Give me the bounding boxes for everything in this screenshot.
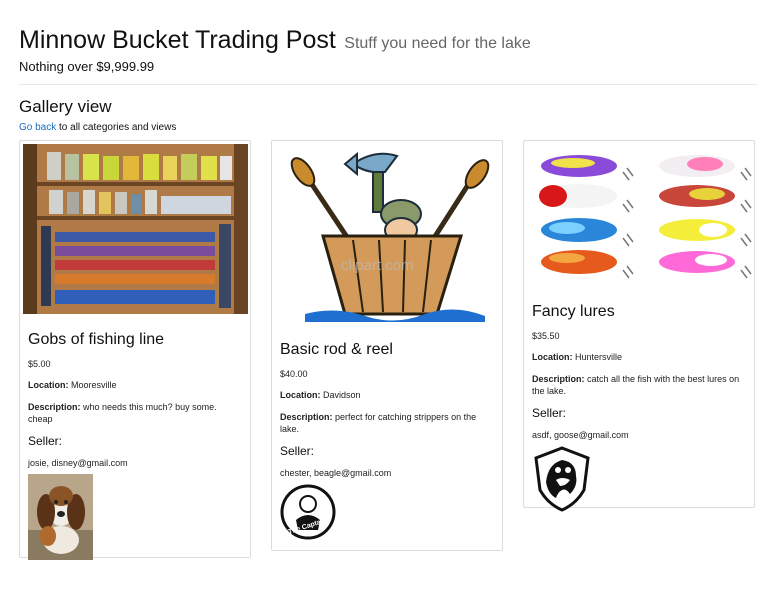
item-location: Location: Davidson	[280, 389, 494, 401]
fisherman-in-boat-clipart[interactable]: clipart.com	[275, 144, 500, 329]
seller-heading: Seller:	[280, 444, 315, 458]
site-tagline: Stuff you need for the lake	[344, 35, 531, 52]
item-price: $40.00	[280, 369, 308, 379]
site-header: Minnow Bucket Trading Post Stuff you nee…	[19, 26, 531, 55]
location-value: Mooresville	[71, 380, 117, 390]
item-card-fishing-line[interactable]: Gobs of fishing line $5.00 Location: Moo…	[19, 140, 251, 560]
item-location: Location: Mooresville	[28, 379, 242, 391]
location-label: Location:	[28, 380, 69, 390]
seller-heading: Seller:	[532, 406, 567, 420]
item-price: $35.50	[532, 331, 560, 341]
go-back-link[interactable]: Go back	[19, 122, 56, 133]
location-value: Huntersville	[575, 352, 623, 362]
item-price: $5.00	[28, 359, 51, 369]
description-label: Description:	[532, 374, 585, 384]
item-title[interactable]: Fancy lures	[532, 303, 746, 321]
item-card-fancy-lures[interactable]: Fancy lures $35.50 Location: Huntersvill…	[523, 140, 755, 512]
seller-info: josie, disney@gmail.com	[28, 458, 128, 468]
location-label: Location:	[280, 390, 321, 400]
item-description: Description: who needs this much? buy so…	[28, 401, 242, 425]
item-title[interactable]: Basic rod & reel	[280, 341, 494, 359]
price-cap-note: Nothing over $9,999.99	[19, 59, 155, 74]
description-label: Description:	[280, 412, 333, 422]
item-description: Description: perfect for catching stripp…	[280, 411, 494, 435]
location-value: Davidson	[323, 390, 361, 400]
fishing-line-display-photo[interactable]	[23, 144, 248, 314]
clipart-watermark: clipart.com	[341, 257, 414, 274]
header-divider	[19, 84, 757, 85]
back-line: Go back to all categories and views	[19, 122, 176, 133]
item-location: Location: Huntersville	[532, 351, 746, 363]
item-title[interactable]: Gobs of fishing line	[28, 331, 242, 349]
goose-head-shield-logo	[534, 446, 590, 512]
beagle-photo	[28, 474, 93, 560]
seller-info: asdf, goose@gmail.com	[532, 430, 629, 440]
back-link-suffix: to all categories and views	[56, 122, 177, 133]
seller-info: chester, beagle@gmail.com	[280, 468, 392, 478]
site-title: Minnow Bucket Trading Post	[19, 26, 336, 54]
item-card-rod-reel[interactable]: clipart.com Basic rod & reel $40.00 Loca…	[271, 140, 503, 551]
item-description: Description: catch all the fish with the…	[532, 373, 746, 397]
the-captain-logo: The Captain	[280, 484, 336, 540]
fishing-lures-photo[interactable]	[527, 144, 753, 287]
description-label: Description:	[28, 402, 81, 412]
seller-heading: Seller:	[28, 434, 63, 448]
gallery-heading: Gallery view	[19, 97, 112, 116]
location-label: Location:	[532, 352, 573, 362]
